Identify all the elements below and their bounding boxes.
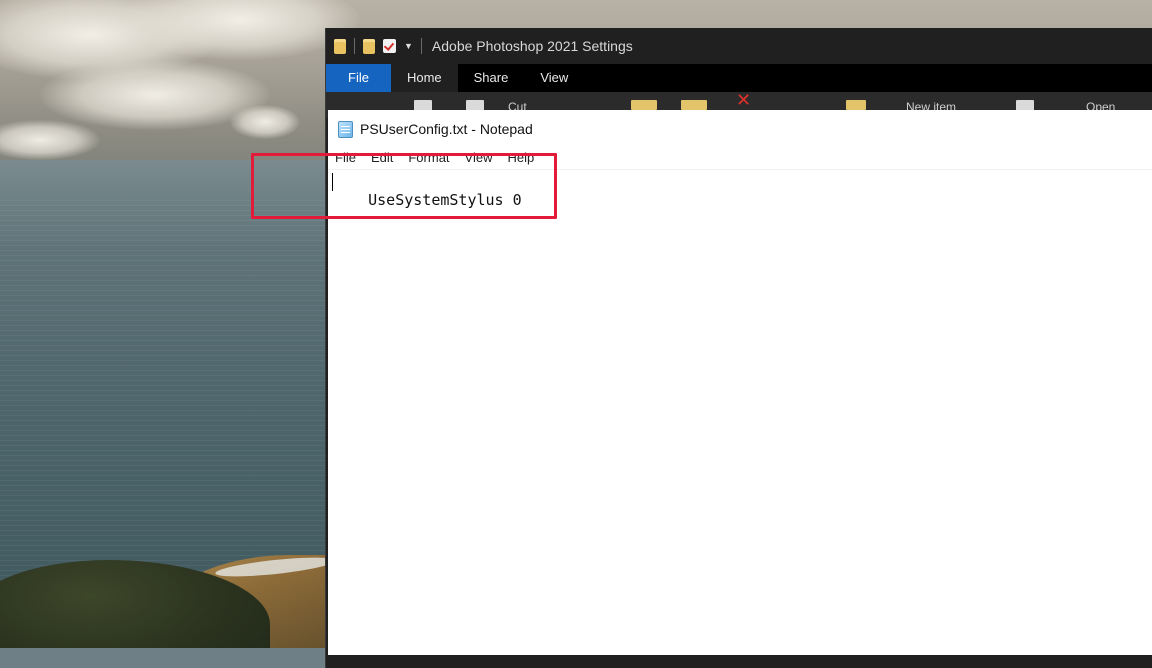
move-to-icon[interactable]: [631, 100, 657, 110]
explorer-window-title: Adobe Photoshop 2021 Settings: [431, 38, 633, 54]
notepad-window-title: PSUserConfig.txt - Notepad: [360, 121, 533, 137]
cloud: [230, 105, 300, 139]
tab-view[interactable]: View: [524, 64, 584, 92]
properties-icon[interactable]: [383, 39, 396, 53]
explorer-title-bar: ▼ Adobe Photoshop 2021 Settings: [326, 28, 1152, 64]
separator: [354, 38, 355, 54]
tab-file[interactable]: File: [326, 64, 391, 92]
notepad-title-bar: PSUserConfig.txt - Notepad: [328, 110, 1152, 148]
folder-icon[interactable]: [363, 38, 375, 54]
tab-home[interactable]: Home: [390, 64, 458, 92]
notepad-icon: [338, 120, 353, 138]
folder-icon[interactable]: [334, 38, 346, 54]
new-folder-icon[interactable]: [846, 100, 866, 110]
ribbon-tabs: File Home Share View: [326, 64, 1152, 92]
highlight-box: [251, 153, 557, 219]
separator: [420, 38, 422, 54]
quick-access-dropdown-icon[interactable]: ▼: [404, 41, 413, 51]
delete-icon[interactable]: ✕: [736, 90, 751, 111]
copy-to-icon[interactable]: [681, 100, 707, 110]
tab-share[interactable]: Share: [458, 64, 525, 92]
